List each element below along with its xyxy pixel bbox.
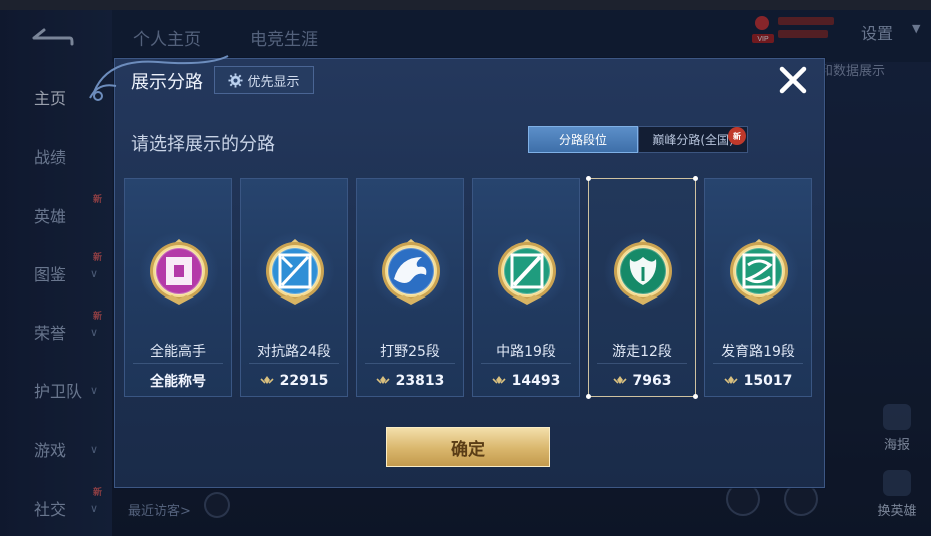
card-divider [365, 363, 455, 364]
jungle-dragon-icon [378, 235, 444, 307]
rank-points-icon [612, 376, 627, 384]
lane-card[interactable]: 中路19段 14493 [472, 178, 580, 397]
rank-points-value: 14493 [511, 373, 561, 389]
lane-footer: 全能称号 [125, 371, 231, 391]
rank-points-icon [376, 376, 390, 384]
card-divider [481, 363, 571, 364]
priority-display-label: 优先显示 [247, 74, 300, 90]
card-divider [597, 363, 687, 364]
dialog-subtitle: 请选择展示的分路 [131, 134, 275, 155]
rank-points-value: 7963 [632, 373, 672, 389]
confirm-button[interactable]: 确定 [386, 427, 550, 467]
lane-card[interactable]: 发育路19段 15017 [704, 178, 812, 397]
lane-name: 全能高手 [150, 344, 206, 360]
selection-corner [586, 394, 591, 399]
tab-lane-rank[interactable]: 分路段位 [528, 126, 638, 153]
rank-points-value: 15017 [743, 373, 793, 389]
lane-card[interactable]: 全能高手 全能称号 [124, 178, 232, 397]
title-label: 全能称号 [150, 374, 206, 390]
lane-card[interactable]: 游走12段 7963 [586, 176, 698, 399]
rank-points-value: 22915 [279, 373, 329, 389]
lane-footer: 15017 [705, 371, 811, 391]
lane-name: 对抗路24段 [257, 344, 331, 360]
farm-lane-icon [726, 235, 792, 307]
lane-footer: 23813 [357, 371, 463, 391]
selection-corner [693, 176, 698, 181]
lane-name: 中路19段 [496, 344, 556, 360]
lane-card[interactable]: 打野25段 23813 [356, 178, 464, 397]
rank-points-icon [724, 376, 738, 384]
card-divider [249, 363, 339, 364]
lane-footer: 22915 [241, 371, 347, 391]
rank-points-value: 23813 [395, 373, 445, 389]
roam-icon [610, 235, 676, 307]
mid-lane-icon [494, 235, 560, 307]
lane-card[interactable]: 对抗路24段 22915 [240, 178, 348, 397]
lane-name: 游走12段 [612, 344, 672, 360]
dialog-title: 展示分路 [131, 72, 203, 93]
lane-footer: 7963 [589, 371, 695, 391]
gear-icon [228, 72, 244, 88]
selection-corner [586, 176, 591, 181]
rank-points-icon [260, 376, 274, 384]
card-divider [133, 363, 223, 364]
lane-footer: 14493 [473, 371, 579, 391]
new-badge: 新 [728, 127, 746, 145]
rank-points-icon [492, 376, 506, 384]
lane-name: 发育路19段 [721, 344, 795, 360]
clash-lane-icon [262, 235, 328, 307]
close-icon[interactable] [776, 63, 810, 97]
priority-display-button[interactable]: 优先显示 [214, 66, 314, 94]
selection-corner [693, 394, 698, 399]
card-divider [713, 363, 803, 364]
lane-name: 打野25段 [380, 344, 440, 360]
all-round-icon [146, 235, 212, 307]
